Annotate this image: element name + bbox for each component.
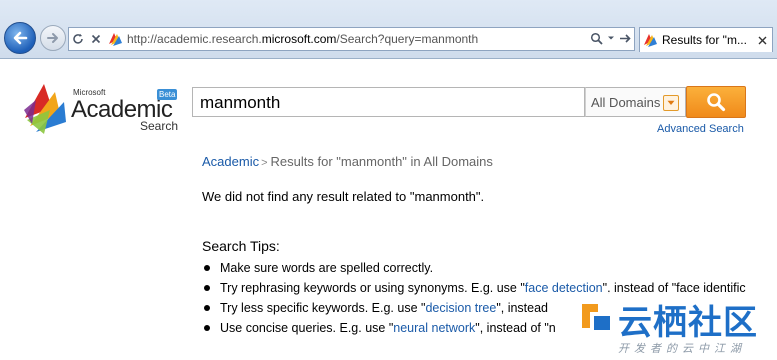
- close-icon[interactable]: [754, 32, 770, 48]
- tip-example-link[interactable]: decision tree: [425, 301, 496, 315]
- breadcrumb-separator: >: [261, 157, 268, 169]
- forward-arrow-icon: [47, 33, 58, 43]
- academic-search-logo[interactable]: Microsoft Academic Beta Search: [22, 80, 182, 136]
- advanced-search-link[interactable]: Advanced Search: [657, 123, 744, 135]
- tab-favicon-icon: [642, 32, 658, 48]
- back-arrow-icon: [13, 31, 28, 45]
- address-bar-controls: [590, 28, 632, 48]
- search-tips-heading: Search Tips:: [202, 238, 280, 254]
- domain-select[interactable]: All Domains: [585, 87, 686, 117]
- address-bar[interactable]: http://academic.research.microsoft.com/S…: [68, 27, 635, 51]
- bullet-icon: [204, 285, 210, 291]
- domain-select-value: All Domains: [591, 94, 661, 110]
- bullet-icon: [204, 265, 210, 271]
- bullet-icon: [204, 325, 210, 331]
- browser-toolbar: http://academic.research.microsoft.com/S…: [0, 0, 777, 59]
- search-icon[interactable]: [590, 32, 603, 45]
- watermark-logo-icon: [582, 304, 610, 330]
- tip-example-link[interactable]: neural network: [393, 321, 475, 335]
- breadcrumb: Academic > Results for "manmonth" in All D…: [202, 154, 493, 169]
- search-button[interactable]: [686, 86, 746, 118]
- tab-results[interactable]: Results for "m...: [639, 27, 773, 52]
- bullet-icon: [204, 305, 210, 311]
- watermark: 云栖社区 开发者的云中江湖: [578, 292, 777, 360]
- back-button[interactable]: [4, 22, 36, 54]
- search-box: [192, 87, 585, 117]
- beta-badge: Beta: [157, 89, 178, 100]
- watermark-subtitle: 开发者的云中江湖: [618, 343, 746, 355]
- chevron-down-icon[interactable]: [663, 95, 679, 111]
- breadcrumb-academic-link[interactable]: Academic: [202, 154, 259, 169]
- forward-button[interactable]: [40, 25, 66, 51]
- refresh-icon[interactable]: [69, 29, 87, 49]
- url-text[interactable]: http://academic.research.microsoft.com/S…: [127, 32, 478, 46]
- tab-title: Results for "m...: [662, 33, 747, 47]
- search-icon: [707, 93, 726, 112]
- chevron-down-icon[interactable]: [607, 34, 615, 42]
- logo-subtitle: Search: [140, 119, 179, 133]
- browser-window: http://academic.research.microsoft.com/S…: [0, 0, 777, 360]
- list-item: Make sure words are spelled correctly.: [204, 258, 746, 278]
- watermark-title: 云栖社区: [618, 303, 758, 343]
- search-input[interactable]: [198, 89, 582, 117]
- stop-icon[interactable]: [87, 29, 105, 49]
- breadcrumb-current: Results for "manmonth" in All Domains: [270, 154, 493, 169]
- academic-logo-icon: [24, 84, 66, 134]
- site-favicon-icon: [107, 31, 123, 47]
- go-arrow-icon[interactable]: [619, 32, 632, 45]
- no-results-message: We did not find any result related to "m…: [202, 189, 485, 204]
